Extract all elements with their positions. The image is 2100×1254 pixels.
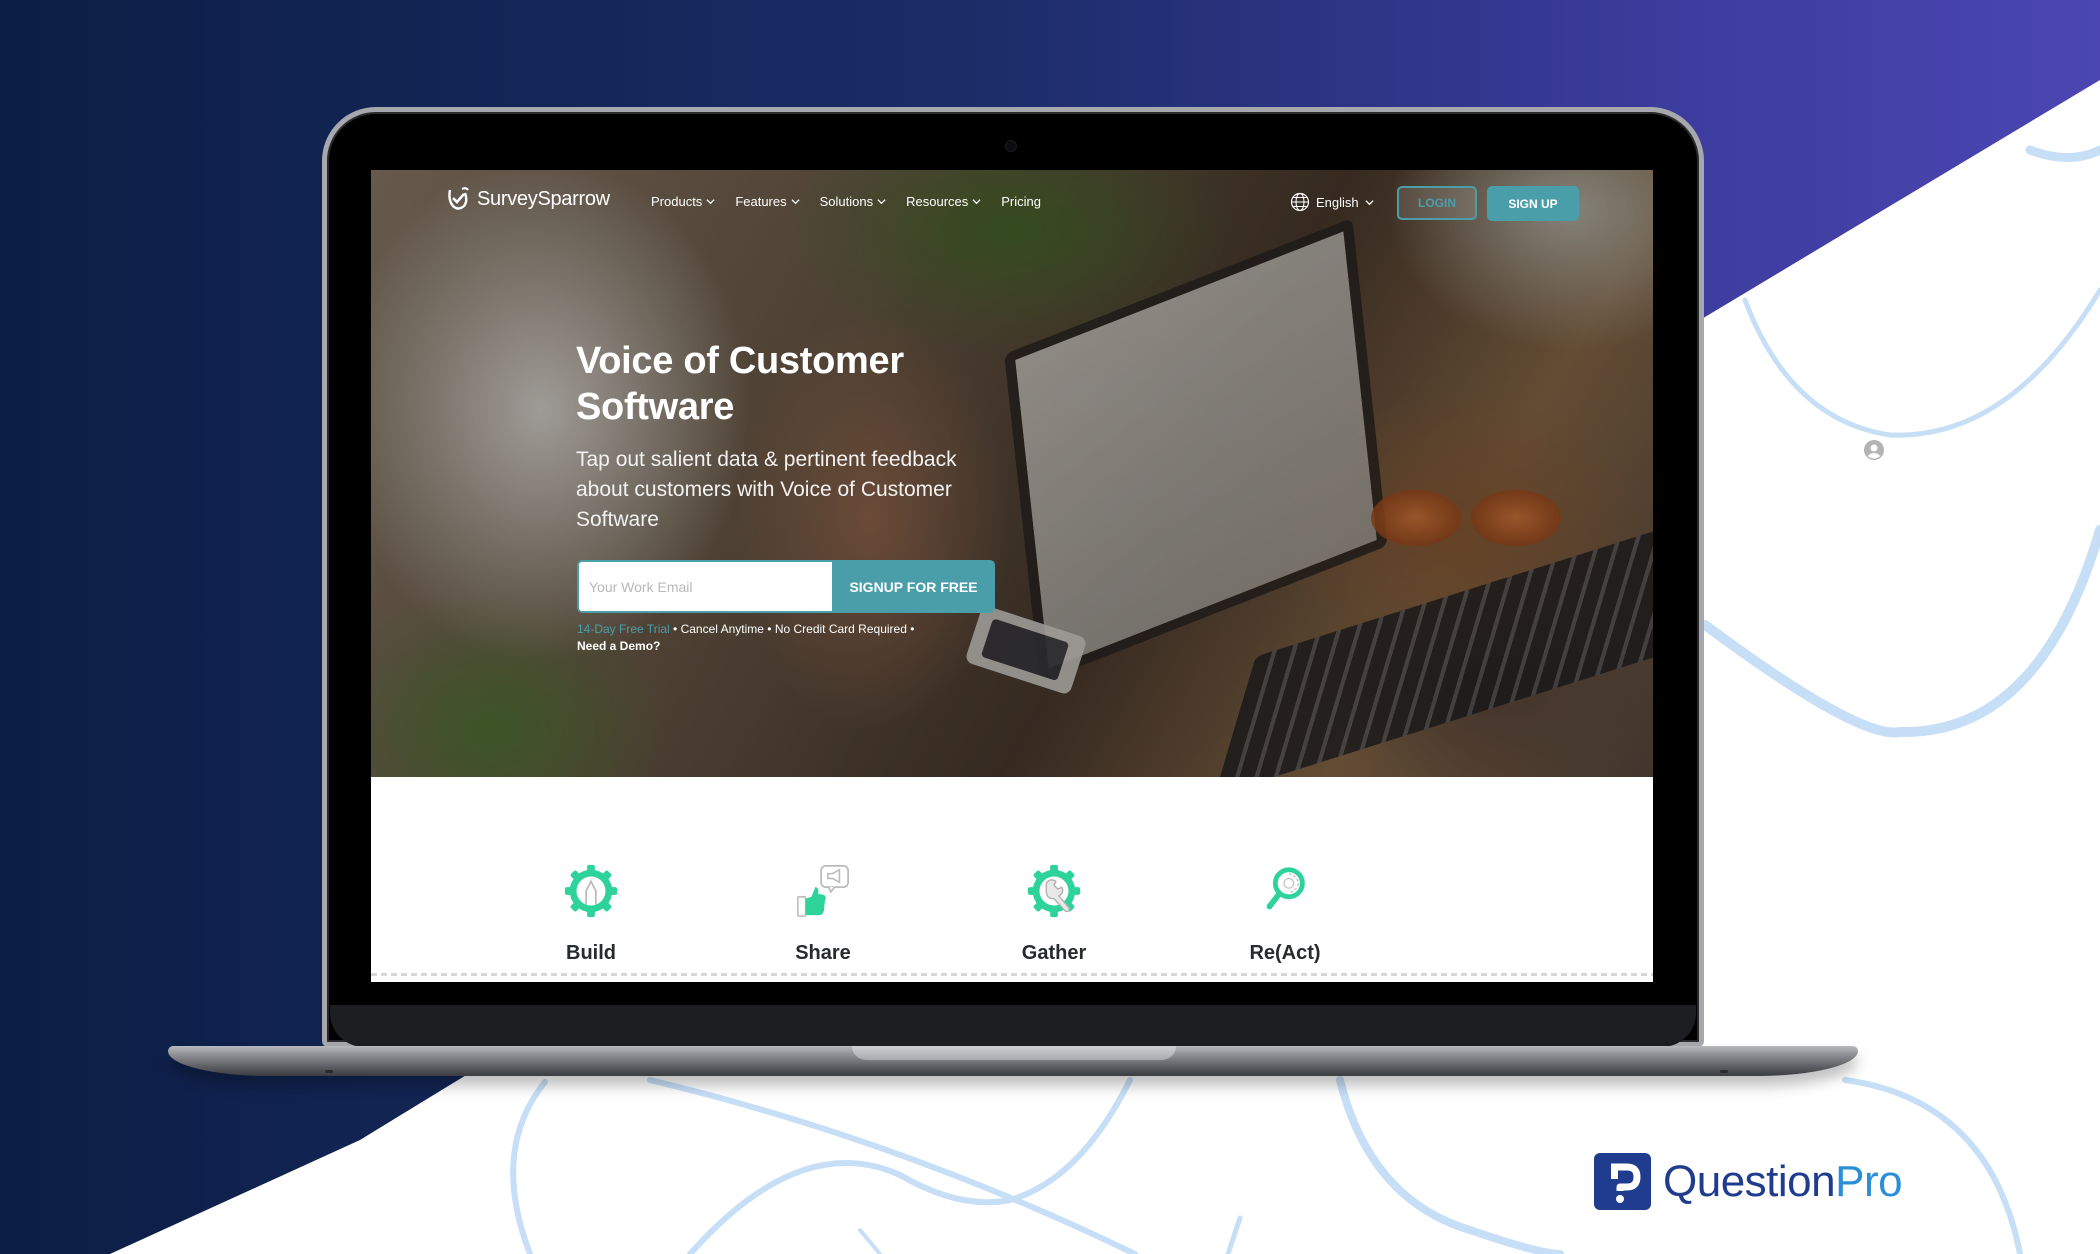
feature-share: Share xyxy=(723,862,923,965)
wordmark-question: Question xyxy=(1663,1156,1836,1206)
nav-menu: Products Features Solutions Resources Pr… xyxy=(651,194,1041,209)
feature-label: Share xyxy=(795,942,851,964)
nav-item-label: Products xyxy=(651,194,703,209)
note-text: • Cancel Anytime • No Credit Card Requir… xyxy=(669,622,915,636)
nav-item-resources[interactable]: Resources xyxy=(906,194,981,209)
need-demo-link[interactable]: Need a Demo? xyxy=(577,638,914,655)
wordmark-pro: Pro xyxy=(1835,1156,1903,1206)
hero-subtitle-line: Tap out salient data & pertinent feedbac… xyxy=(576,448,957,471)
hero-subtitle-line: Software xyxy=(576,508,659,531)
decorative-curve xyxy=(2025,145,2100,162)
globe-icon xyxy=(1290,192,1310,212)
signup-button[interactable]: SIGN UP xyxy=(1487,186,1579,221)
laptop-camera xyxy=(1005,140,1017,152)
decorative-curve xyxy=(1336,1076,1564,1254)
magnifier-gear-icon xyxy=(1266,867,1305,910)
nav-item-label: Resources xyxy=(906,194,969,209)
chevron-down-icon xyxy=(877,199,886,205)
feature-gather: Gather xyxy=(954,862,1154,965)
hero-note: 14-Day Free Trial • Cancel Anytime • No … xyxy=(577,621,914,655)
hero-subtitle-line: about customers with Voice of Customer xyxy=(576,478,952,501)
login-button[interactable]: LOGIN xyxy=(1397,186,1477,220)
language-selector[interactable]: English xyxy=(1290,192,1374,212)
hero-title-line: Software xyxy=(576,386,735,428)
free-trial-text: 14-Day Free Trial xyxy=(577,622,670,636)
feature-react: Re(Act) xyxy=(1185,862,1385,965)
thumbs-up-megaphone-icon xyxy=(797,864,850,917)
laptop-hinge-notch xyxy=(852,1046,1176,1060)
nav-item-features[interactable]: Features xyxy=(735,194,800,209)
nav-item-solutions[interactable]: Solutions xyxy=(820,194,886,209)
decorative-curve xyxy=(1700,525,2100,738)
feature-label: Build xyxy=(566,942,616,964)
gear-pencil-icon xyxy=(564,864,618,918)
hero-title: Voice of Customer Software xyxy=(576,338,976,430)
sparrow-check-logo-icon xyxy=(448,187,469,210)
brand-logo[interactable]: SurveySparrow xyxy=(445,186,610,212)
site-nav: SurveySparrow Products Features Solution… xyxy=(371,170,1653,240)
feature-label: Gather xyxy=(1021,942,1087,964)
laptop-foot xyxy=(325,1070,333,1073)
nav-item-label: Pricing xyxy=(1001,194,1041,209)
nav-item-products[interactable]: Products xyxy=(651,194,715,209)
work-email-input[interactable] xyxy=(577,560,832,613)
hero-section: SurveySparrow Products Features Solution… xyxy=(371,170,1653,777)
hero-title-line: Voice of Customer xyxy=(576,340,904,382)
decorative-curve xyxy=(647,1077,1138,1254)
nav-item-label: Solutions xyxy=(819,194,874,209)
decorative-curve xyxy=(1225,1215,1243,1254)
chevron-down-icon xyxy=(972,199,981,205)
chevron-down-icon xyxy=(1365,199,1374,205)
laptop-chin xyxy=(330,1005,1696,1047)
hero-subtitle: Tap out salient data & pertinent feedbac… xyxy=(576,445,996,535)
chevron-down-icon xyxy=(791,199,800,205)
gear-wrench-icon xyxy=(1027,864,1081,918)
nav-item-label: Features xyxy=(735,194,787,209)
feature-build: Build xyxy=(491,862,691,965)
features-section: Build Share Gather Re(Act) xyxy=(371,777,1653,982)
signup-for-free-button[interactable]: SIGNUP FOR FREE xyxy=(832,560,995,613)
nav-item-pricing[interactable]: Pricing xyxy=(1001,194,1041,209)
decorative-curve xyxy=(510,1079,548,1254)
brand-name: SurveySparrow xyxy=(477,187,610,210)
feature-label: Re(Act) xyxy=(1249,942,1321,964)
questionpro-wordmark: QuestionPro xyxy=(1663,1156,1903,1207)
user-avatar-icon xyxy=(1864,440,1884,460)
questionpro-p-icon xyxy=(1594,1153,1651,1210)
laptop-foot xyxy=(1720,1070,1728,1073)
feature-descriptions-cut-off xyxy=(371,973,1653,976)
decorative-curve xyxy=(1742,287,2100,438)
laptop-screen: SurveySparrow Products Features Solution… xyxy=(371,170,1653,982)
decorative-curve xyxy=(858,1228,882,1254)
signup-form: SIGNUP FOR FREE xyxy=(577,560,995,613)
questionpro-logo: QuestionPro xyxy=(1594,1153,1903,1210)
language-label: English xyxy=(1316,194,1359,210)
chevron-down-icon xyxy=(706,199,715,205)
hero-overlay xyxy=(371,170,1653,777)
